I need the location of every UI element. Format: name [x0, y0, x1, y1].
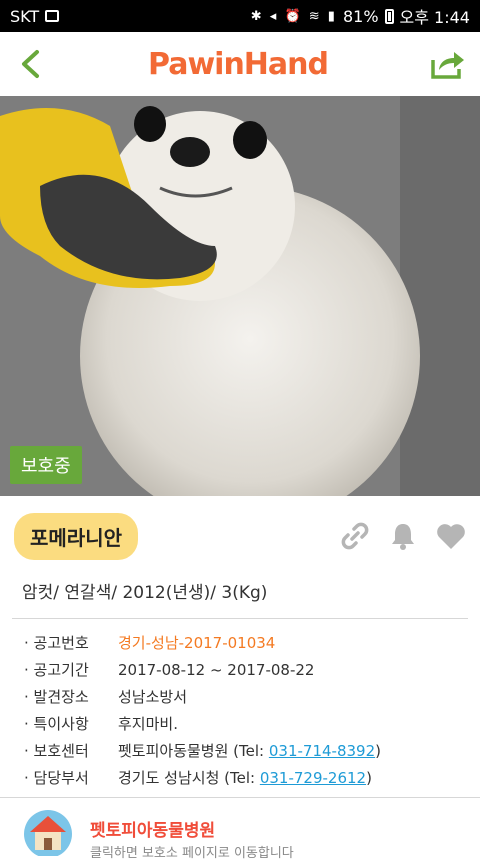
special-notes-value: 후지마비. — [118, 715, 178, 733]
action-icons — [340, 521, 466, 551]
shelter-phone-link[interactable]: 031-714-8392 — [269, 742, 375, 760]
link-icon — [341, 522, 369, 550]
department-phone-link[interactable]: 031-729-2612 — [260, 769, 366, 787]
divider — [12, 618, 468, 619]
shelter-card-subtext: 클릭하면 보호소 페이지로 이동합니다 — [90, 846, 294, 861]
shelter-house-icon — [24, 810, 72, 856]
image-notification-icon — [45, 10, 60, 22]
shelter-name: 펫토피아동물병원 (Tel: — [118, 742, 269, 760]
closing-paren: ) — [375, 742, 381, 760]
app-bar: PawinHand — [0, 32, 480, 96]
found-place-value: 성남소방서 — [118, 688, 188, 706]
detail-label: 보호센터 — [24, 740, 118, 761]
chevron-left-icon — [22, 50, 39, 78]
notification-button[interactable] — [388, 521, 418, 551]
back-button[interactable] — [10, 44, 50, 84]
notice-period-value: 2017-08-12 ~ 2017-08-22 — [118, 660, 315, 679]
closing-paren: ) — [366, 769, 372, 787]
notice-number-value: 경기-성남-2017-01034 — [118, 634, 276, 652]
detail-row-notice-number: 공고번호 경기-성남-2017-01034 — [24, 629, 456, 656]
detail-row-shelter: 보호센터 펫토피아동물병원 (Tel: 031-714-8392) — [24, 737, 456, 764]
app-logo: PawinHand — [148, 46, 329, 82]
breed-row: 포메라니안 — [0, 496, 480, 576]
detail-row-department: 담당부서 경기도 성남시청 (Tel: 031-729-2612) — [24, 764, 456, 791]
pet-info-section: 포메라니안 암컷/ 연갈색/ 2012(년생)/ 3(Kg) · 공고번호 경기… — [0, 496, 480, 817]
carrier-label: SKT — [10, 6, 40, 26]
status-bar: SKT ✱ ◂ ⏰ ≋ ▮ 81% 오후 1:44 — [0, 0, 480, 32]
detail-list: 공고번호 경기-성남-2017-01034 공고기간 2017-08-12 ~ … — [0, 629, 480, 791]
system-status-icons: ✱ ◂ ⏰ ≋ ▮ — [250, 8, 337, 24]
bell-icon — [392, 524, 414, 550]
shelter-name: 펫토피아동물병원 — [90, 821, 216, 841]
detail-row-found-place: 발견장소 성남소방서 — [24, 683, 456, 710]
department-name: 경기도 성남시청 (Tel: — [118, 769, 260, 787]
share-button[interactable] — [426, 44, 470, 84]
detail-label: 담당부서 — [24, 767, 118, 788]
detail-label: 발견장소 — [24, 686, 118, 707]
detail-label: 공고기간 — [24, 659, 118, 680]
battery-percent: 81% — [342, 6, 379, 26]
breed-label: 포메라니안 — [14, 512, 138, 560]
battery-icon — [384, 8, 394, 24]
detail-row-notice-period: 공고기간 2017-08-12 ~ 2017-08-22 — [24, 656, 456, 683]
pet-summary: 암컷/ 연갈색/ 2012(년생)/ 3(Kg) — [22, 583, 268, 603]
detail-row-special-notes: 특이사항 후지마비. — [24, 710, 456, 737]
favorite-button[interactable] — [436, 521, 466, 551]
heart-icon — [437, 524, 465, 549]
clock: 오후 1:44 — [399, 8, 470, 27]
link-button[interactable] — [340, 521, 370, 551]
share-icon — [431, 52, 464, 79]
protection-status-badge: 보호중 — [10, 446, 82, 484]
pet-photo[interactable]: 보호중 — [0, 96, 480, 496]
department-value: 경기도 성남시청 (Tel: 031-729-2612) — [118, 767, 372, 788]
detail-label: 특이사항 — [24, 713, 118, 734]
shelter-card[interactable]: 펫토피아동물병원 클릭하면 보호소 페이지로 이동합니다 — [0, 797, 480, 861]
shelter-value: 펫토피아동물병원 (Tel: 031-714-8392) — [118, 740, 381, 761]
pet-photo-image — [0, 96, 480, 496]
detail-label: 공고번호 — [24, 632, 118, 653]
